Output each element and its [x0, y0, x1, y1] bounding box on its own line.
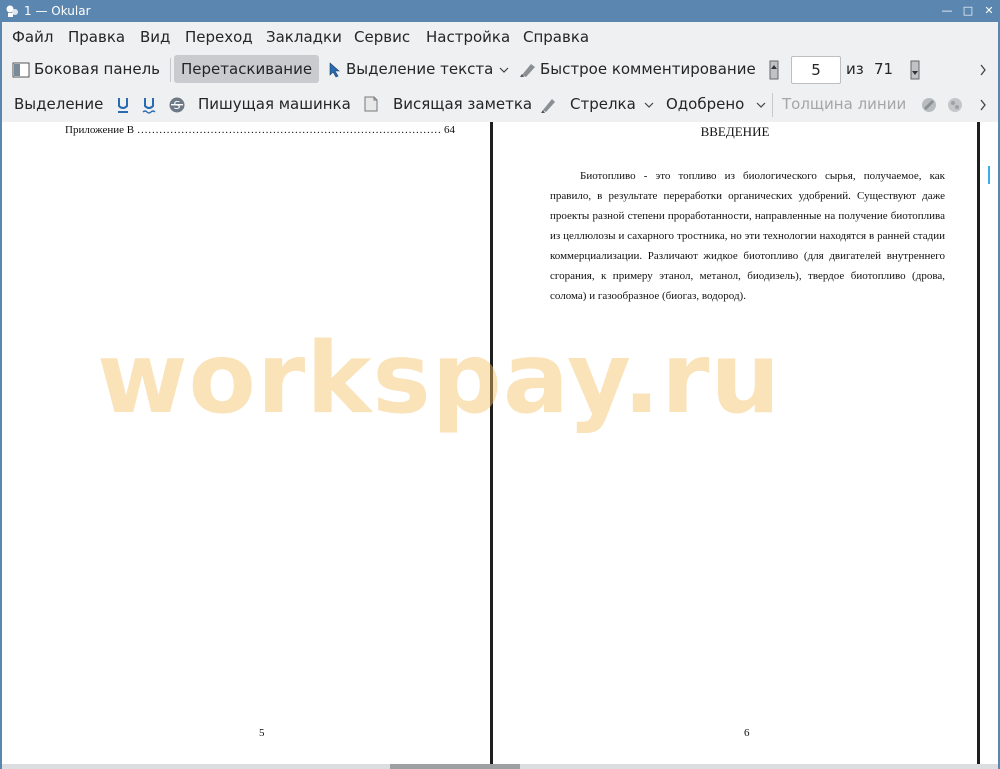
line-width-button[interactable]: Толщина линии: [782, 87, 906, 122]
svg-text:S: S: [174, 99, 181, 112]
menu-file[interactable]: Файл: [12, 28, 53, 46]
sidebar-icon: [12, 62, 30, 78]
menu-go[interactable]: Переход: [185, 28, 253, 46]
toolbar-overflow-icon[interactable]: [979, 64, 987, 76]
hanging-note-button[interactable]: Висящая заметка: [393, 87, 532, 122]
okular-app-icon: [6, 5, 18, 17]
section-title: ВВЕДЕНИЕ: [700, 124, 770, 139]
page-6: ВВЕДЕНИЕ Биотопливо - это топливо из био…: [495, 122, 975, 764]
maximize-button[interactable]: □: [961, 4, 975, 18]
menu-view[interactable]: Вид: [140, 28, 170, 46]
page-number: 6: [744, 727, 750, 739]
menu-settings[interactable]: Настройка: [426, 28, 510, 46]
total-pages: 71: [874, 60, 894, 78]
window-title: 1 — Okular: [24, 4, 91, 18]
menu-help[interactable]: Справка: [523, 28, 589, 46]
chevron-down-icon[interactable]: [756, 101, 766, 109]
next-page-icon[interactable]: [909, 60, 921, 80]
underline-icon[interactable]: [116, 96, 130, 114]
document-view[interactable]: Приложение В …………………………………………………………………………: [2, 122, 998, 764]
previous-page-icon[interactable]: [768, 60, 780, 80]
color-icon[interactable]: [920, 96, 938, 114]
menu-bar: Файл Правка Вид Переход Закладки Сервис …: [2, 22, 998, 52]
page-5: Приложение В …………………………………………………………………………: [10, 122, 490, 764]
toc-entry-page: 64: [440, 124, 455, 136]
toc-entry-title: Приложение В …………………………………………………………………………: [65, 124, 455, 136]
horizontal-scrollbar[interactable]: [2, 764, 998, 769]
squiggly-underline-icon[interactable]: [142, 96, 156, 114]
toolbar-overflow-icon[interactable]: [979, 99, 987, 111]
chevron-down-icon[interactable]: [644, 101, 654, 109]
note-icon: [364, 96, 378, 112]
strikeout-icon[interactable]: S: [168, 96, 186, 114]
selection-tool-button[interactable]: Выделение: [14, 87, 103, 122]
title-bar: 1 — Okular — □ ✕: [0, 0, 1000, 22]
page-number: 5: [259, 727, 265, 739]
toolbar-separator: [170, 58, 171, 82]
section-body: Биотопливо - это топливо из биологическо…: [550, 170, 945, 302]
page-number-input[interactable]: 5: [791, 56, 841, 84]
chevron-down-icon[interactable]: [499, 66, 509, 74]
toolbar-separator: [772, 93, 773, 117]
close-button[interactable]: ✕: [982, 4, 996, 18]
quick-comment-button[interactable]: Быстрое комментирование: [540, 52, 756, 87]
scrollbar-thumb[interactable]: [988, 166, 990, 184]
of-label: из: [846, 60, 864, 78]
typewriter-button[interactable]: Пишущая машинка: [198, 87, 351, 122]
arrow-tool-button[interactable]: Стрелка: [570, 87, 636, 122]
menu-tools[interactable]: Сервис: [354, 28, 410, 46]
opacity-icon[interactable]: [946, 96, 964, 114]
cursor-icon: [329, 62, 340, 78]
page-divider: [490, 122, 493, 764]
vertical-scrollbar[interactable]: [982, 122, 998, 764]
minimize-button[interactable]: —: [940, 4, 954, 18]
watermark: workspay.ru: [97, 322, 782, 436]
scrollbar-thumb[interactable]: [390, 764, 520, 769]
stamp-approved-button[interactable]: Одобрено: [666, 87, 744, 122]
page-divider: [977, 122, 980, 764]
highlighter-icon: [520, 64, 535, 77]
menu-edit[interactable]: Правка: [68, 28, 125, 46]
main-toolbar: Боковая панель Перетаскивание Выделение …: [2, 52, 998, 87]
pen-icon: [541, 99, 555, 113]
menu-bookmarks[interactable]: Закладки: [266, 28, 342, 46]
text-selection-button[interactable]: Выделение текста: [346, 52, 493, 87]
drag-mode-button[interactable]: Перетаскивание: [174, 55, 320, 83]
sidebar-button[interactable]: Боковая панель: [34, 52, 160, 87]
toc-entry: Приложение В …………………………………………………………………………: [65, 124, 455, 136]
annotation-toolbar: Выделение S Пишущая машинка Висящая заме…: [2, 87, 998, 122]
